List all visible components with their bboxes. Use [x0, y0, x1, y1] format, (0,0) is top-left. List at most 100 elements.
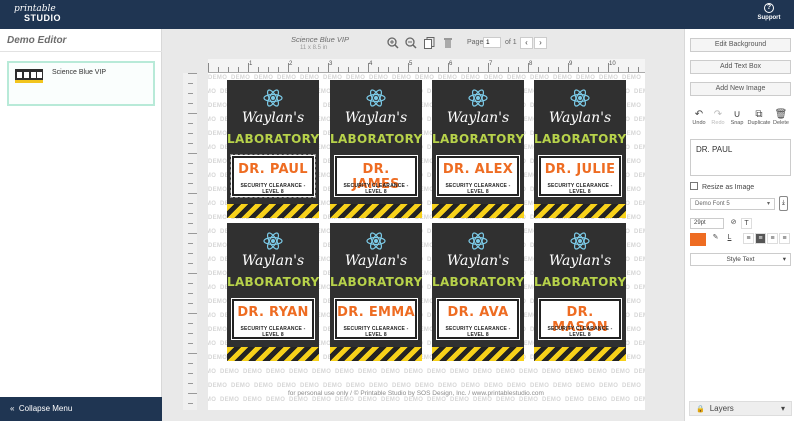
name-box[interactable]: DR. PAUL SECURITY CLEARANCE - LEVEL 8: [230, 154, 316, 198]
name-badge[interactable]: Waylan's LABORATORY DR. MASON SECURITY CLEA…: [534, 223, 626, 361]
badge-name[interactable]: DR. AVA: [439, 305, 517, 320]
name-badge[interactable]: Waylan's LABORATORY DR. PAUL SECURITY CLEAR…: [227, 80, 319, 218]
watermark-text: DEMO: [208, 271, 228, 277]
watermark-text: DEMO: [450, 397, 470, 403]
name-badge[interactable]: Waylan's LABORATORY DR. JAMES SECURITY CLEA…: [330, 80, 422, 218]
next-page-button[interactable]: ›: [534, 37, 547, 49]
ruler-tick: [278, 67, 279, 72]
duplicate-button[interactable]: ⧉ Duplicate: [746, 109, 772, 126]
ruler-tick: [228, 67, 229, 72]
ruler-tick: [628, 67, 629, 72]
watermark-text: DEMO: [208, 285, 217, 291]
ruler-tick: [188, 333, 193, 334]
align-justify-icon[interactable]: ≡: [779, 233, 790, 244]
resize-as-image-checkbox[interactable]: Resize as Image: [690, 182, 754, 191]
font-file-icon[interactable]: ⤓: [779, 196, 788, 211]
zoom-out-icon[interactable]: [405, 37, 417, 49]
app-logo[interactable]: printable STUDIO: [14, 5, 61, 23]
watermark-text: DEMO: [208, 159, 228, 165]
watermark-text: DEMO: [208, 173, 217, 179]
design-canvas[interactable]: DEMO DEMO DEMO DEMO DEMO DEMO DEMO DEMO DEMO DEMO…: [208, 73, 645, 410]
name-box[interactable]: DR. AVA SECURITY CLEARANCE - LEVEL 8: [437, 299, 519, 339]
duplicate-icon: ⧉: [755, 109, 763, 120]
edit-background-button[interactable]: Edit Background: [690, 38, 791, 52]
delete-page-icon[interactable]: [443, 37, 453, 49]
ruler-number: 9: [569, 61, 573, 67]
ruler-tick: [358, 67, 359, 72]
undo-button[interactable]: ↶ Undo: [690, 109, 708, 126]
layers-panel-toggle[interactable]: 🔒 Layers ▾: [689, 401, 792, 416]
design-name: Science Blue VIP: [52, 69, 107, 76]
clear-format-icon[interactable]: ⊘: [728, 218, 739, 229]
redo-label: Redo: [711, 120, 725, 126]
ruler-tick: [338, 67, 339, 72]
prev-page-button[interactable]: ‹: [520, 37, 533, 49]
align-right-icon[interactable]: ≡: [767, 233, 778, 244]
text-case-icon[interactable]: T: [741, 218, 752, 229]
watermark-text: DEMO: [208, 103, 228, 109]
badge-name[interactable]: DR. EMMA: [337, 305, 415, 320]
name-badge[interactable]: Waylan's LABORATORY DR. AVA SECURITY CLEARA…: [432, 223, 524, 361]
style-text-select[interactable]: Style Text ▾: [690, 253, 791, 266]
badge-name[interactable]: DR. RYAN: [234, 305, 312, 320]
ruler-tick: [188, 203, 193, 204]
badge-name[interactable]: DR. ALEX: [439, 162, 517, 177]
ruler-tick: [188, 253, 193, 254]
name-box[interactable]: DR. JULIE SECURITY CLEARANCE - LEVEL 8: [539, 156, 621, 196]
add-new-image-button[interactable]: Add New Image: [690, 82, 791, 96]
name-box[interactable]: DR. ALEX SECURITY CLEARANCE - LEVEL 8: [437, 156, 519, 196]
badge-title-block: LABORATORY: [227, 132, 319, 146]
watermark-text: DEMO: [473, 369, 493, 375]
name-box[interactable]: DR. RYAN SECURITY CLEARANCE - LEVEL 8: [232, 299, 314, 339]
atom-icon: [366, 88, 386, 108]
font-family-select[interactable]: Demo Font 5 ▾: [690, 198, 775, 210]
panel-title: Demo Editor: [7, 35, 67, 46]
name-badge[interactable]: Waylan's LABORATORY DR. ALEX SECURITY CLEAR…: [432, 80, 524, 218]
support-button[interactable]: ? Support: [754, 3, 784, 21]
ruler-number: 4: [369, 61, 373, 67]
checkbox-box[interactable]: [690, 182, 698, 190]
name-badge[interactable]: Waylan's LABORATORY DR. EMMA SECURITY CLEAR…: [330, 223, 422, 361]
align-left-icon[interactable]: ≡: [743, 233, 754, 244]
name-badge[interactable]: Waylan's LABORATORY DR. JULIE SECURITY CLEA…: [534, 80, 626, 218]
redo-button[interactable]: ↷ Redo: [709, 109, 727, 126]
text-color-swatch[interactable]: [690, 233, 706, 246]
zoom-in-icon[interactable]: [387, 37, 399, 49]
snap-button[interactable]: ∪ Snap: [728, 109, 746, 126]
collapse-menu-button[interactable]: « Collapse Menu: [0, 397, 162, 421]
letter-spacing-icon[interactable]: L: [724, 233, 735, 244]
chevron-down-icon: ▾: [782, 256, 786, 263]
name-badge[interactable]: Waylan's LABORATORY DR. RYAN SECURITY CLEAR…: [227, 223, 319, 361]
watermark-text: DEMO: [634, 313, 645, 319]
ruler-tick: [188, 383, 193, 384]
badge-title-script: Waylan's: [548, 110, 612, 126]
font-size-select[interactable]: 29pt: [690, 218, 724, 229]
badge-name[interactable]: DR. PAUL: [234, 162, 312, 177]
clearance-text: SECURITY CLEARANCE - LEVEL 8: [240, 326, 306, 338]
design-list-item[interactable]: Science Blue VIP: [7, 61, 155, 106]
name-box[interactable]: DR. JAMES SECURITY CLEARANCE - LEVEL 8: [335, 156, 417, 196]
watermark-text: DEMO: [634, 285, 645, 291]
magnet-icon: ∪: [733, 109, 741, 120]
chevron-right-icon: ›: [539, 38, 542, 47]
ruler-tick: [188, 323, 193, 324]
ruler-tick: [188, 363, 193, 364]
eyedropper-icon[interactable]: ✎: [710, 233, 721, 244]
copy-page-icon[interactable]: [424, 37, 435, 49]
page-number-input[interactable]: 1: [483, 37, 501, 48]
watermark-text: DEMO: [599, 383, 619, 389]
watermark-text: DEMO: [289, 369, 309, 375]
clearance-text: SECURITY CLEARANCE - LEVEL 8: [445, 183, 511, 195]
badge-name[interactable]: DR. JULIE: [541, 162, 619, 177]
align-center-icon[interactable]: ≡: [755, 233, 766, 244]
name-box[interactable]: DR. MASON SECURITY CLEARANCE - LEVEL 8: [539, 299, 621, 339]
add-text-box-button[interactable]: Add Text Box: [690, 60, 791, 74]
delete-button[interactable]: 🗑 Delete: [772, 109, 790, 126]
text-content-field[interactable]: DR. PAUL: [690, 139, 791, 176]
watermark-text: DEMO: [358, 369, 378, 375]
watermark-text: DEMO: [634, 173, 645, 179]
name-box[interactable]: DR. EMMA SECURITY CLEARANCE - LEVEL 8: [335, 299, 417, 339]
collapse-label: Collapse Menu: [18, 404, 73, 413]
watermark-text: DEMO: [438, 383, 458, 389]
ruler-tick: [238, 67, 239, 72]
